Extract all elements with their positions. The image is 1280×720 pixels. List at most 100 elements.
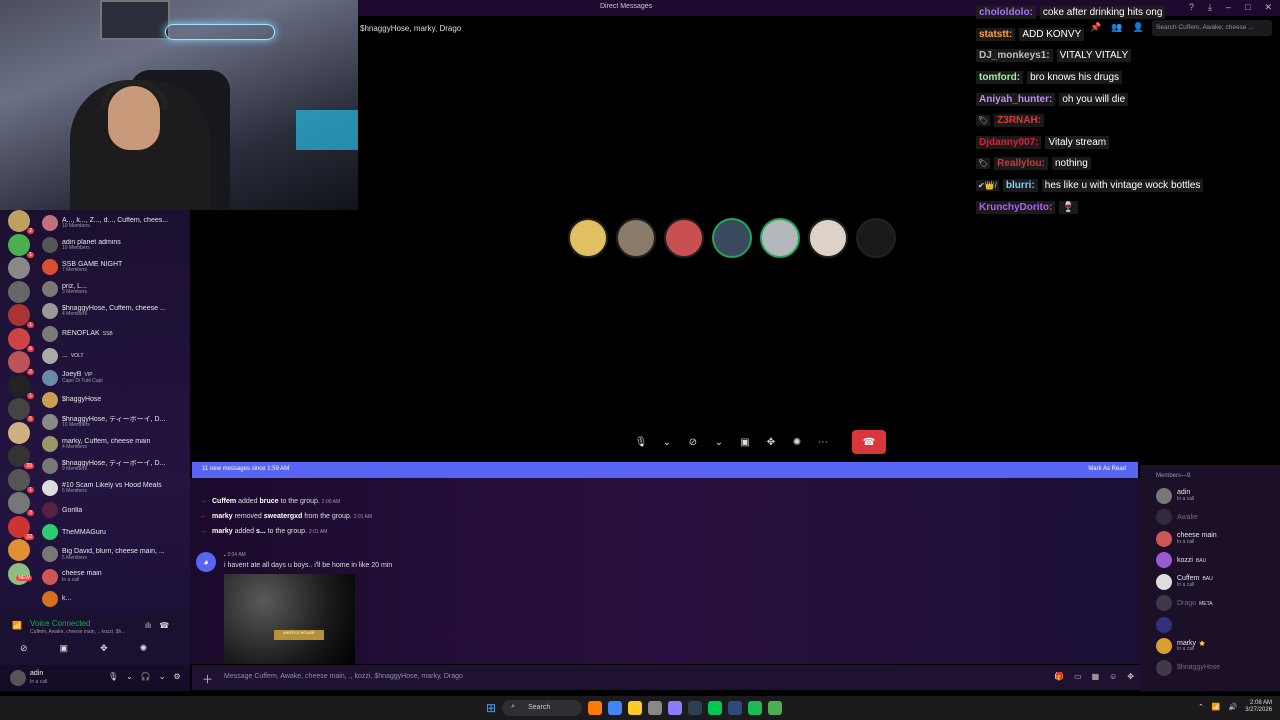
chevron-down-icon[interactable]: ⌄ (656, 432, 678, 452)
server-icon[interactable]: 1 (8, 374, 34, 399)
taskbar-app-icon[interactable] (648, 701, 663, 715)
more-options-icon[interactable]: ⋯ (812, 432, 834, 452)
member-item[interactable]: cheese main In a call (1156, 528, 1276, 550)
new-messages-banner[interactable]: 11 new messages since 1:59 AM Mark As Re… (192, 462, 1138, 478)
member-item[interactable] (1156, 614, 1276, 636)
taskbar-app-icon[interactable] (748, 701, 763, 715)
member-item[interactable]: Awake (1156, 507, 1276, 529)
server-icon[interactable]: 3 (8, 492, 34, 516)
wifi-icon[interactable]: 📶 (1212, 703, 1221, 711)
noise-icon[interactable]: ılı (145, 621, 151, 630)
avatar[interactable]: ◕ (196, 552, 216, 572)
mute-mic-icon[interactable]: 🎙 (630, 432, 652, 452)
microphone-icon[interactable]: 🎙 (108, 672, 118, 681)
taskbar-search[interactable]: ⌕ Search (502, 700, 583, 716)
server-icon[interactable] (8, 539, 30, 561)
server-icon[interactable]: 1 (8, 304, 34, 328)
apps-icon[interactable]: ✥ (1127, 672, 1134, 681)
chevron-down-icon[interactable]: ⌄ (708, 432, 730, 452)
server-icon[interactable]: 29 (8, 445, 34, 469)
avatar[interactable] (568, 218, 608, 258)
taskbar-app-icon[interactable] (608, 701, 623, 715)
dm-item[interactable]: #10 Scam Likely vs Hood Meals 5 Members (42, 477, 187, 499)
member-item[interactable]: $hnaggyHose (1156, 657, 1276, 679)
headphones-icon[interactable]: 🎧 (141, 672, 151, 681)
dm-item[interactable]: $hnaggyHose, Cuffem, cheese ... 4 Members (42, 300, 187, 322)
message-input[interactable]: Message Cuffem, Awake, cheese main, ., k… (224, 673, 463, 680)
dm-item[interactable]: $hnaggyHose, ディーボーイ, D... 9 Members (42, 455, 187, 477)
sticker-icon[interactable]: ▦ (1092, 672, 1100, 681)
emoji-icon[interactable]: ☺ (1109, 672, 1117, 681)
soundboard-icon[interactable]: ✺ (140, 643, 148, 654)
avatar[interactable] (712, 218, 752, 258)
chevron-down-icon[interactable]: ⌄ (126, 672, 133, 681)
share-screen-icon[interactable]: ▣ (60, 643, 69, 654)
disconnect-button[interactable]: ☎ (852, 430, 886, 454)
taskbar-app-icon[interactable] (668, 701, 683, 715)
dm-item[interactable]: SSB GAME NIGHT 7 Members (42, 256, 187, 278)
dm-item[interactable]: TheMMAGuru (42, 521, 187, 543)
camera-off-icon[interactable]: ⊘ (682, 432, 704, 452)
server-icon[interactable]: 22 (8, 515, 34, 540)
camera-off-icon[interactable]: ⊘ (20, 643, 28, 654)
dm-item[interactable]: adin planet admins 10 Members (42, 234, 187, 256)
dm-item[interactable]: A..., k..., Z..., d..., Cuffem, chees...… (42, 212, 187, 234)
avatar[interactable] (10, 670, 26, 686)
chevron-up-icon[interactable]: ⌃ (1198, 703, 1204, 711)
gif-icon[interactable]: ▭ (1074, 672, 1082, 681)
dm-item[interactable]: $haggyHose (42, 389, 187, 411)
avatar[interactable] (664, 218, 704, 258)
gift-icon[interactable]: 🎁 (1054, 672, 1064, 681)
dm-item[interactable]: priz, L... 3 Members (42, 278, 187, 300)
taskbar-app-icon[interactable] (688, 701, 703, 715)
dm-item[interactable]: RENOFLAK SSB (42, 322, 187, 344)
dm-item[interactable]: JoeyB VIP Capo Di Tutti Capi (42, 367, 187, 389)
member-item[interactable]: adin In a call (1156, 485, 1276, 507)
server-icon[interactable]: 6 (8, 327, 34, 352)
server-icon[interactable] (8, 280, 30, 303)
server-icon[interactable]: 2 (8, 210, 34, 234)
avatar[interactable] (808, 218, 848, 258)
member-item[interactable]: marky ⭐ In a call (1156, 636, 1276, 658)
member-item[interactable]: kozzi BAU (1156, 550, 1276, 572)
server-icon[interactable]: 1 (8, 468, 34, 493)
message-composer[interactable]: ＋ Message Cuffem, Awake, cheese main, .,… (192, 665, 1142, 690)
avatar[interactable] (616, 218, 656, 258)
taskbar-app-icon[interactable] (728, 701, 743, 715)
message-author[interactable]: . (224, 552, 226, 558)
leave-call-icon[interactable]: ☎ (159, 621, 169, 630)
windows-start-icon[interactable]: ⊞ (486, 701, 496, 715)
share-screen-icon[interactable]: ▣ (734, 432, 756, 452)
server-icon[interactable] (8, 421, 30, 444)
dm-item[interactable]: $hnaggyHose, ディーボーイ, D... 10 Members (42, 411, 187, 433)
dm-item[interactable]: k... (42, 588, 187, 610)
volume-icon[interactable]: 🔊 (1229, 703, 1238, 711)
taskbar-app-icon[interactable] (628, 701, 643, 715)
soundboard-icon[interactable]: ✺ (786, 432, 808, 452)
taskbar-app-icon[interactable] (768, 701, 783, 715)
server-icon[interactable]: NEW (8, 562, 32, 585)
server-icon[interactable]: 1 (8, 233, 34, 258)
activities-icon[interactable]: ✥ (100, 643, 108, 654)
mark-as-read-button[interactable]: Mark As Read (1088, 466, 1126, 472)
dm-item[interactable]: Gorilla (42, 499, 187, 521)
server-icon[interactable]: 5 (8, 398, 34, 422)
dm-item[interactable]: marky, Cuffem, cheese main 4 Members (42, 433, 187, 455)
gear-icon[interactable]: ⚙ (174, 672, 181, 681)
dm-item[interactable]: cheese main In a call (42, 566, 187, 588)
message-image[interactable]: WAFFLE HOUSE (224, 574, 355, 664)
avatar[interactable] (856, 218, 896, 258)
avatar[interactable] (760, 218, 800, 258)
taskbar-app-icon[interactable] (708, 701, 723, 715)
add-attachment-icon[interactable]: ＋ (202, 671, 213, 687)
member-item[interactable]: Drago META (1156, 593, 1276, 615)
chevron-down-icon[interactable]: ⌄ (159, 672, 166, 681)
dm-item[interactable]: ... VOLT (42, 345, 187, 367)
activities-icon[interactable]: ✥ (760, 432, 782, 452)
server-icon[interactable]: 2 (8, 351, 34, 375)
dm-item[interactable]: Big David, blurri, cheese main, ... 5 Mem… (42, 543, 187, 565)
clock[interactable]: 2:08 AM 3/27/2026 (1245, 700, 1272, 714)
server-icon[interactable] (8, 257, 30, 279)
member-item[interactable]: Cuffem BAU In a call (1156, 571, 1276, 593)
taskbar-app-icon[interactable] (588, 701, 603, 715)
